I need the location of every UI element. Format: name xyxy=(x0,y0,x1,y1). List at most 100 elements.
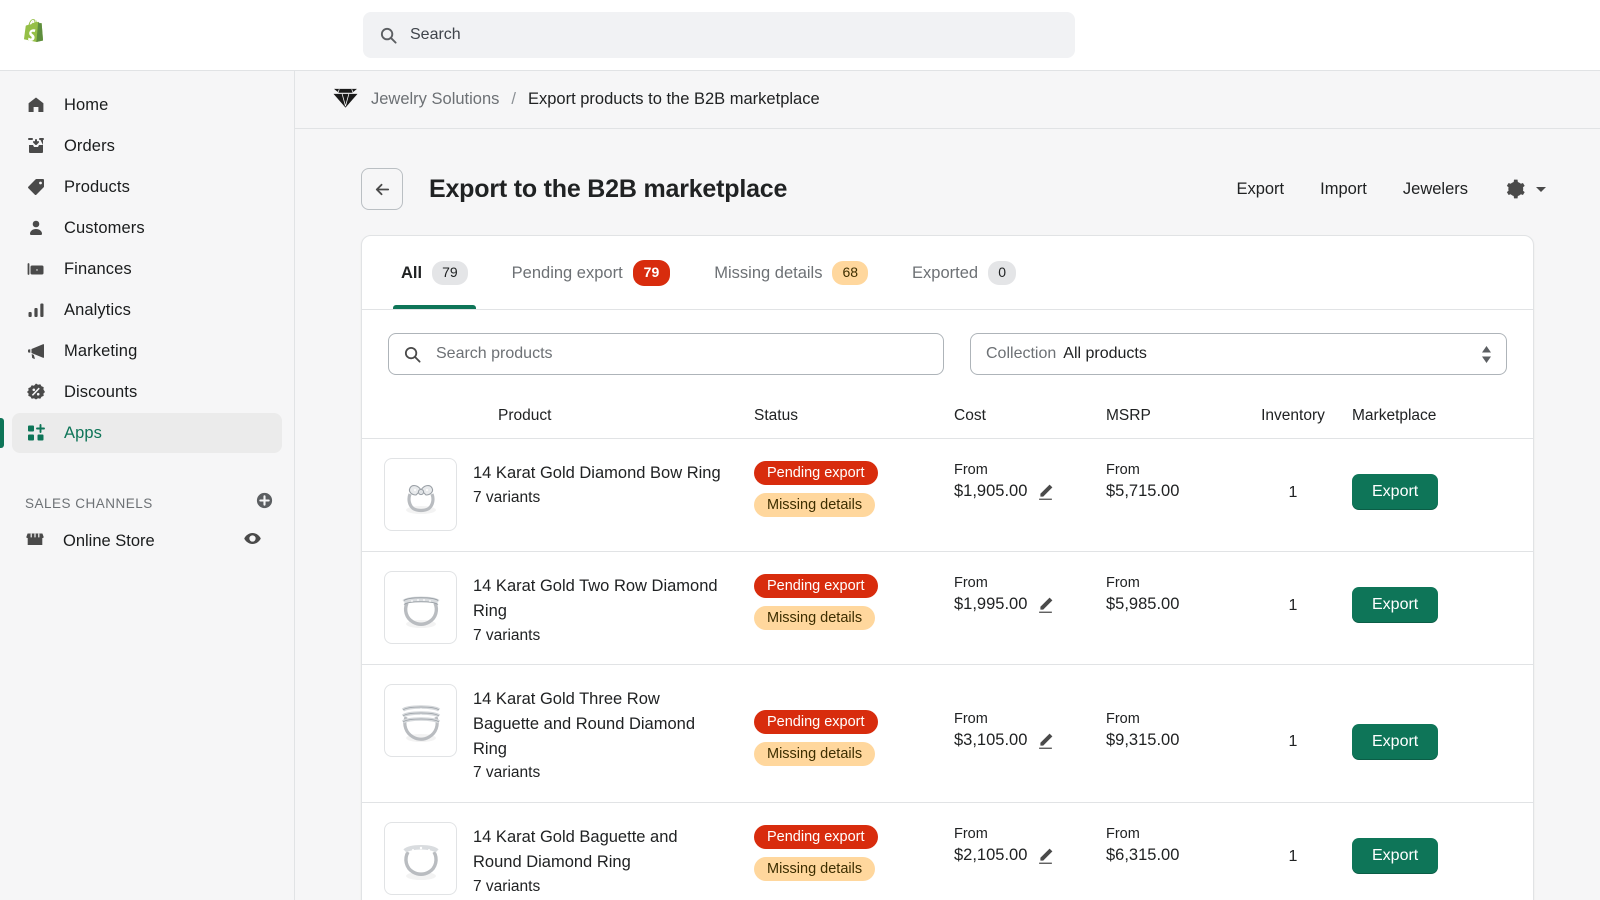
finances-bill-icon xyxy=(25,259,46,280)
breadcrumb-separator: / xyxy=(511,90,516,108)
settings-menu-button[interactable] xyxy=(1486,172,1558,206)
column-header-marketplace: Marketplace xyxy=(1352,406,1437,424)
cost-cell: From $1,905.00 xyxy=(954,458,1106,501)
global-search-placeholder: Search xyxy=(410,26,461,43)
sidebar-item-customers[interactable]: Customers xyxy=(12,208,282,248)
cost-value: $2,105.00 xyxy=(954,846,1028,864)
tab-missing-details-label: Missing details xyxy=(714,263,823,282)
sidebar-item-discounts[interactable]: Discounts xyxy=(12,372,282,412)
table-row[interactable]: 14 Karat Gold Three Row Baguette and Rou… xyxy=(362,665,1533,803)
gear-icon xyxy=(1506,179,1525,199)
sidebar-item-analytics[interactable]: Analytics xyxy=(12,290,282,330)
two-row-ring-thumbnail xyxy=(384,571,457,644)
inventory-cell: 1 xyxy=(1288,848,1298,865)
pencil-icon[interactable] xyxy=(1037,596,1054,613)
breadcrumb-store[interactable]: Jewelry Solutions xyxy=(371,90,499,109)
apps-grid-plus-icon xyxy=(25,423,46,444)
collection-select-value: All products xyxy=(1063,345,1147,362)
import-action-button[interactable]: Import xyxy=(1302,174,1385,205)
product-name[interactable]: 14 Karat Gold Two Row Diamond Ring xyxy=(473,574,725,624)
tab-exported-label: Exported xyxy=(912,263,979,282)
row-export-button[interactable]: Export xyxy=(1352,587,1439,623)
page-title: Export to the B2B marketplace xyxy=(429,174,788,203)
table-row[interactable]: 14 Karat Gold Two Row Diamond Ring 7 var… xyxy=(362,552,1533,665)
inventory-cell: 1 xyxy=(1288,597,1298,614)
sidebar-item-products[interactable]: Products xyxy=(12,167,282,207)
filters-row: Search products Collection All products xyxy=(362,310,1533,393)
pencil-icon[interactable] xyxy=(1037,732,1054,749)
orders-inbox-icon xyxy=(25,136,46,157)
back-button[interactable] xyxy=(361,168,403,210)
product-name[interactable]: 14 Karat Gold Diamond Bow Ring xyxy=(473,461,721,486)
sidebar-label-customers: Customers xyxy=(64,218,145,237)
plus-circle-icon[interactable] xyxy=(255,491,274,515)
shopify-logo xyxy=(24,19,44,42)
product-name[interactable]: 14 Karat Gold Three Row Baguette and Rou… xyxy=(473,687,725,761)
table-row[interactable]: 14 Karat Gold Diamond Bow Ring 7 variant… xyxy=(362,439,1533,552)
inventory-cell: 1 xyxy=(1288,733,1298,750)
status-badge-missing-details: Missing details xyxy=(754,606,876,630)
row-export-button[interactable]: Export xyxy=(1352,724,1439,760)
msrp-from-label: From xyxy=(1106,462,1140,478)
sidebar-item-marketing[interactable]: Marketing xyxy=(12,331,282,371)
product-variants: 7 variants xyxy=(473,877,541,895)
product-variants: 7 variants xyxy=(473,764,541,782)
product-cell: 14 Karat Gold Baguette and Round Diamond… xyxy=(384,822,754,896)
sidebar-label-finances: Finances xyxy=(64,259,132,278)
global-search-bar[interactable]: Search xyxy=(363,12,1075,58)
row-export-button[interactable]: Export xyxy=(1352,474,1439,510)
jewelers-action-button[interactable]: Jewelers xyxy=(1385,174,1486,205)
product-text: 14 Karat Gold Three Row Baguette and Rou… xyxy=(473,684,725,782)
main-content: Jewelry Solutions / Export products to t… xyxy=(295,70,1600,900)
msrp-cell: From $9,315.00 xyxy=(1106,684,1234,750)
sidebar-item-apps[interactable]: Apps xyxy=(0,413,282,453)
storefront-icon xyxy=(25,529,45,554)
status-cell: Pending export Missing details xyxy=(754,684,954,766)
marketplace-cell: Export xyxy=(1352,458,1474,510)
product-variants: 7 variants xyxy=(473,488,541,506)
row-export-button[interactable]: Export xyxy=(1352,838,1439,874)
collection-select[interactable]: Collection All products xyxy=(970,333,1507,375)
logo-container[interactable] xyxy=(0,18,70,52)
tab-bar: All 79 Pending export 79 Missing details… xyxy=(362,236,1533,310)
cost-cell: From $2,105.00 xyxy=(954,822,1106,865)
product-name[interactable]: 14 Karat Gold Baguette and Round Diamond… xyxy=(473,825,725,875)
pencil-icon[interactable] xyxy=(1037,847,1054,864)
sidebar-label-orders: Orders xyxy=(64,136,116,155)
table-header-row: Product Status Cost MSRP Inventory Marke… xyxy=(362,393,1533,439)
column-header-status: Status xyxy=(754,406,798,424)
sidebar-label-discounts: Discounts xyxy=(64,382,138,401)
status-badge-pending-export: Pending export xyxy=(754,574,878,598)
table-row[interactable]: 14 Karat Gold Baguette and Round Diamond… xyxy=(362,803,1533,900)
column-header-product: Product xyxy=(498,406,552,424)
three-row-ring-thumbnail xyxy=(384,684,457,757)
diamond-icon xyxy=(332,86,359,114)
msrp-value: $5,715.00 xyxy=(1106,482,1180,500)
sidebar-label-products: Products xyxy=(64,177,130,196)
sidebar-item-online-store[interactable]: Online Store xyxy=(12,521,282,561)
status-badge-pending-export: Pending export xyxy=(754,825,878,849)
tab-pending-export[interactable]: Pending export 79 xyxy=(490,237,693,309)
sales-channels-section-header: SALES CHANNELS xyxy=(25,491,274,515)
pencil-icon[interactable] xyxy=(1037,483,1054,500)
tab-missing-details[interactable]: Missing details 68 xyxy=(692,237,890,309)
msrp-value: $9,315.00 xyxy=(1106,731,1180,749)
product-tag-icon xyxy=(25,177,46,198)
header-actions: Export Import Jewelers xyxy=(1218,172,1558,206)
arrow-left-icon xyxy=(375,183,389,195)
search-products-input[interactable]: Search products xyxy=(388,333,944,375)
tab-all[interactable]: All 79 xyxy=(379,237,490,309)
msrp-value: $5,985.00 xyxy=(1106,595,1180,613)
sales-channels-title: SALES CHANNELS xyxy=(25,495,153,511)
eye-icon[interactable] xyxy=(243,529,262,553)
sidebar-item-finances[interactable]: Finances xyxy=(12,249,282,289)
tab-exported[interactable]: Exported 0 xyxy=(890,237,1038,309)
active-indicator-bar xyxy=(0,418,4,448)
sidebar-item-orders[interactable]: Orders xyxy=(12,126,282,166)
sidebar-label-home: Home xyxy=(64,95,109,114)
msrp-from-label: From xyxy=(1106,575,1140,591)
stepper-updown-icon xyxy=(1481,345,1492,363)
marketplace-cell: Export xyxy=(1352,684,1474,760)
sidebar-item-home[interactable]: Home xyxy=(12,85,282,125)
export-action-button[interactable]: Export xyxy=(1218,174,1302,205)
